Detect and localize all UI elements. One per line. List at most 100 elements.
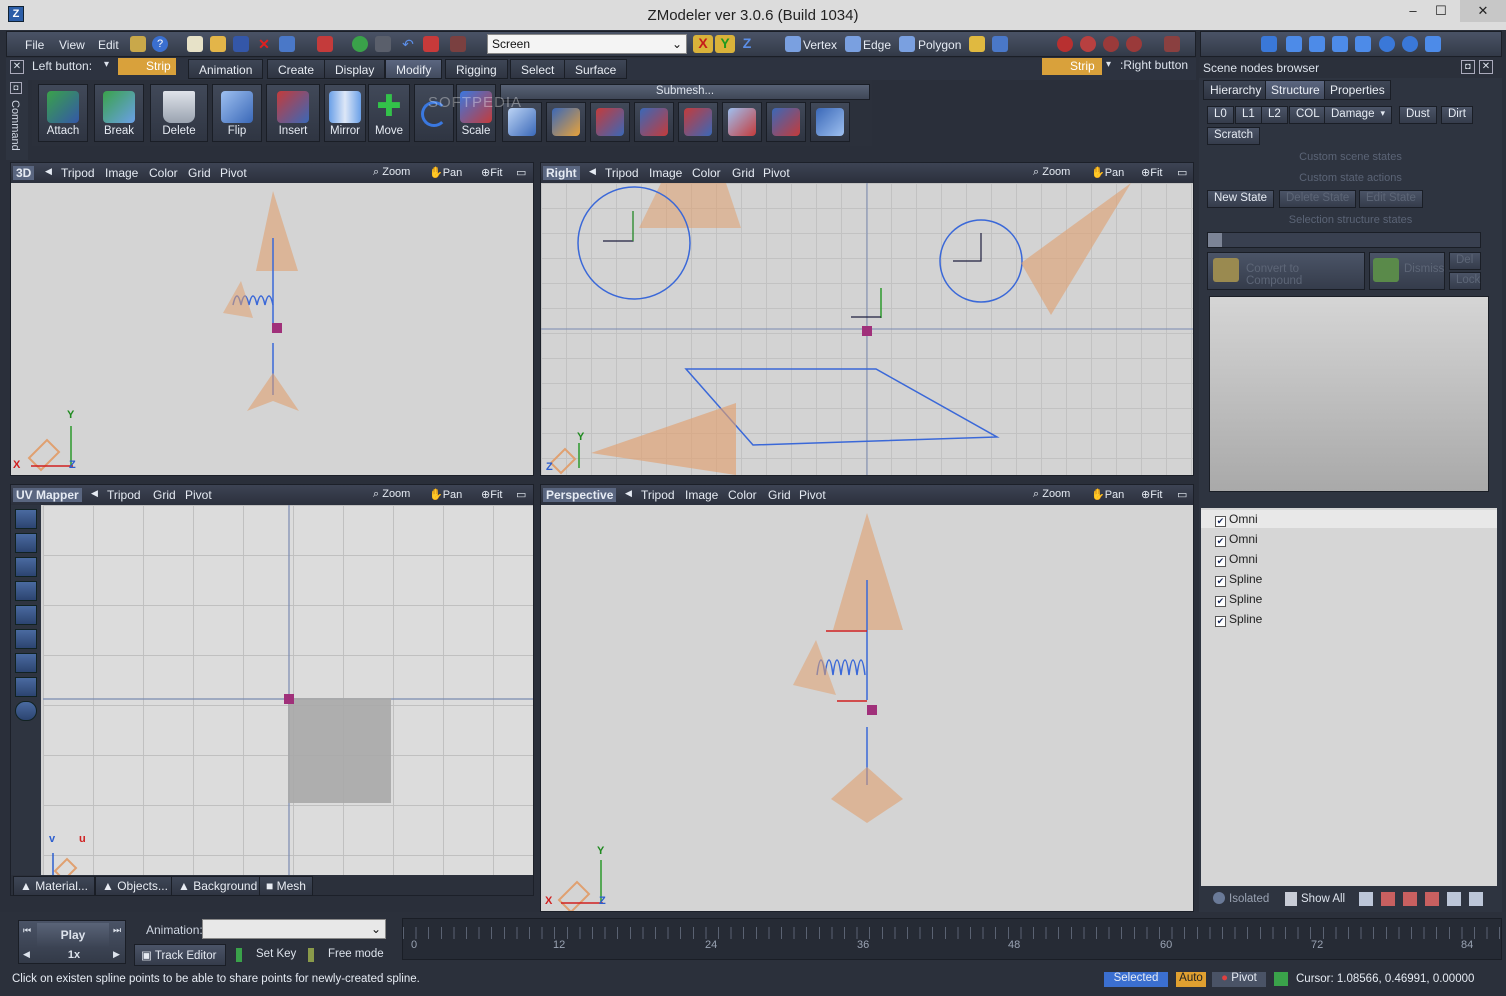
render-icon[interactable] <box>352 36 368 52</box>
tab-properties[interactable]: Properties <box>1324 80 1391 100</box>
dirt-button[interactable]: Dirt <box>1441 106 1473 124</box>
cylinder-icon[interactable] <box>1332 36 1348 52</box>
list-item[interactable]: ✔ Omni <box>1215 532 1258 547</box>
set-key-button[interactable]: Set Key <box>256 948 296 960</box>
pan-button[interactable]: ✋Pan <box>1091 488 1124 501</box>
menu-color[interactable]: Color <box>728 488 757 502</box>
tab-hierarchy[interactable]: Hierarchy <box>1203 80 1269 100</box>
uv-scale-icon[interactable] <box>15 581 37 601</box>
chevron-down-icon[interactable]: ▾ <box>104 59 109 70</box>
tab-modify[interactable]: Modify <box>385 59 443 79</box>
axis-y-toggle[interactable]: Y <box>715 35 735 53</box>
save-icon[interactable] <box>233 36 249 52</box>
right-button-mode[interactable]: Strip <box>1042 58 1102 75</box>
menu-file[interactable]: File <box>25 38 44 52</box>
pointer-icon[interactable] <box>992 36 1008 52</box>
snap-edge-icon[interactable] <box>1126 36 1142 52</box>
settings-icon[interactable] <box>130 36 146 52</box>
list-item[interactable]: ✔ Omni <box>1215 552 1258 567</box>
move-button[interactable]: ✚ Move <box>368 84 410 142</box>
fit-button[interactable]: ⊕Fit <box>481 166 502 179</box>
pan-button[interactable]: ✋Pan <box>1091 166 1124 179</box>
menu-grid[interactable]: Grid <box>188 166 211 180</box>
submesh-group-header[interactable]: Submesh... <box>500 84 870 100</box>
menu-image[interactable]: Image <box>105 166 138 180</box>
pin-icon[interactable]: ◘ <box>1461 60 1475 74</box>
left-button-mode[interactable]: Strip <box>118 58 176 75</box>
lod-l0-button[interactable]: L0 <box>1207 106 1234 124</box>
uv-move-icon[interactable] <box>15 533 37 553</box>
checkbox[interactable]: ✔ <box>1215 596 1226 607</box>
attach-button[interactable]: Attach <box>38 84 88 142</box>
viewport-uv-mapper[interactable]: UV Mapper ◀ Tripod Grid Pivot ⌕ Zoom ✋Pa… <box>10 484 534 896</box>
edit-state-button[interactable]: Edit State <box>1359 190 1423 208</box>
menu-tripod[interactable]: Tripod <box>107 488 141 502</box>
menu-tripod[interactable]: Tripod <box>605 166 639 180</box>
menu-color[interactable]: Color <box>149 166 178 180</box>
viewport-name[interactable]: Perspective <box>543 488 617 502</box>
command-tab-label[interactable]: Command <box>9 100 21 151</box>
tab-material[interactable]: ▲ Material... <box>13 876 95 896</box>
delete-button[interactable]: Delete <box>150 84 208 142</box>
menu-tripod[interactable]: Tripod <box>61 166 95 180</box>
tab-animation[interactable]: Animation <box>188 59 264 79</box>
col-button[interactable]: COL <box>1289 106 1327 124</box>
tab-display[interactable]: Display <box>324 59 386 79</box>
uv-rotate-icon[interactable] <box>15 557 37 577</box>
menu-grid[interactable]: Grid <box>768 488 791 502</box>
history-icon[interactable] <box>450 36 466 52</box>
helix-icon[interactable] <box>1425 36 1441 52</box>
speed-selector[interactable]: 1x <box>59 949 89 963</box>
object-mode-icon[interactable] <box>969 36 985 52</box>
chevron-left-icon[interactable]: ◀ <box>625 488 632 499</box>
menu-color[interactable]: Color <box>692 166 721 180</box>
step-back-icon[interactable]: ◀ <box>23 949 30 960</box>
tab-mesh[interactable]: ■ Mesh <box>259 876 313 896</box>
menu-grid[interactable]: Grid <box>732 166 755 180</box>
pan-button[interactable]: ✋Pan <box>429 488 462 501</box>
new-file-icon[interactable] <box>187 36 203 52</box>
close-button[interactable]: ✕ <box>1460 0 1506 22</box>
viewport-3d[interactable]: 3D ◀ Tripod Image Color Grid Pivot ⌕ Zoo… <box>10 162 534 476</box>
submesh-tool-5[interactable] <box>678 102 718 142</box>
pan-button[interactable]: ✋Pan <box>429 166 462 179</box>
tab-background[interactable]: ▲ Background <box>171 876 265 896</box>
menu-pivot[interactable]: Pivot <box>185 488 212 502</box>
maximize-viewport-icon[interactable]: ▭ <box>516 488 526 501</box>
menu-image[interactable]: Image <box>649 166 682 180</box>
dust-button[interactable]: Dust <box>1399 106 1437 124</box>
viewport-name[interactable]: UV Mapper <box>13 488 82 502</box>
node-action-icon-6[interactable] <box>1469 892 1483 906</box>
lod-l1-button[interactable]: L1 <box>1235 106 1262 124</box>
close-file-icon[interactable]: ✕ <box>256 36 272 52</box>
list-item[interactable]: ✔ Spline <box>1215 572 1262 587</box>
uv-select-icon[interactable] <box>15 509 37 529</box>
cone-icon[interactable] <box>1286 36 1302 52</box>
viewport-right-canvas[interactable]: Y Z <box>541 183 1193 475</box>
node-action-icon-1[interactable] <box>1359 892 1373 906</box>
del-button[interactable]: Del <box>1449 252 1481 270</box>
submesh-tool-8[interactable] <box>810 102 850 142</box>
checkbox[interactable]: ✔ <box>1215 536 1226 547</box>
pin-icon[interactable]: ◘ <box>10 82 22 94</box>
viewport-name[interactable]: Right <box>543 166 580 180</box>
scale-button[interactable]: Scale <box>456 84 496 142</box>
tab-objects[interactable]: ▲ Objects... <box>95 876 175 896</box>
checkbox[interactable]: ✔ <box>1215 516 1226 527</box>
list-item[interactable]: ✔ Omni <box>1215 512 1258 527</box>
state-slider[interactable] <box>1207 232 1481 248</box>
checkbox[interactable]: ✔ <box>1215 576 1226 587</box>
show-all-button[interactable]: Show All <box>1301 893 1345 905</box>
zoom-button[interactable]: ⌕ Zoom <box>1033 488 1070 501</box>
menu-tripod[interactable]: Tripod <box>641 488 675 502</box>
uv-weld-icon[interactable] <box>15 653 37 673</box>
magnet-icon[interactable] <box>1057 36 1073 52</box>
viewport-right[interactable]: Right ◀ Tripod Image Color Grid Pivot ⌕ … <box>540 162 1194 476</box>
edge-mode[interactable]: Edge <box>863 38 891 52</box>
tab-select[interactable]: Select <box>510 59 566 79</box>
minimize-button[interactable]: – <box>1398 0 1428 22</box>
chevron-left-icon[interactable]: ◀ <box>45 166 52 177</box>
export-icon[interactable] <box>317 36 333 52</box>
insert-button[interactable]: Insert <box>266 84 320 142</box>
chevron-down-icon[interactable]: ▾ <box>1106 59 1111 70</box>
